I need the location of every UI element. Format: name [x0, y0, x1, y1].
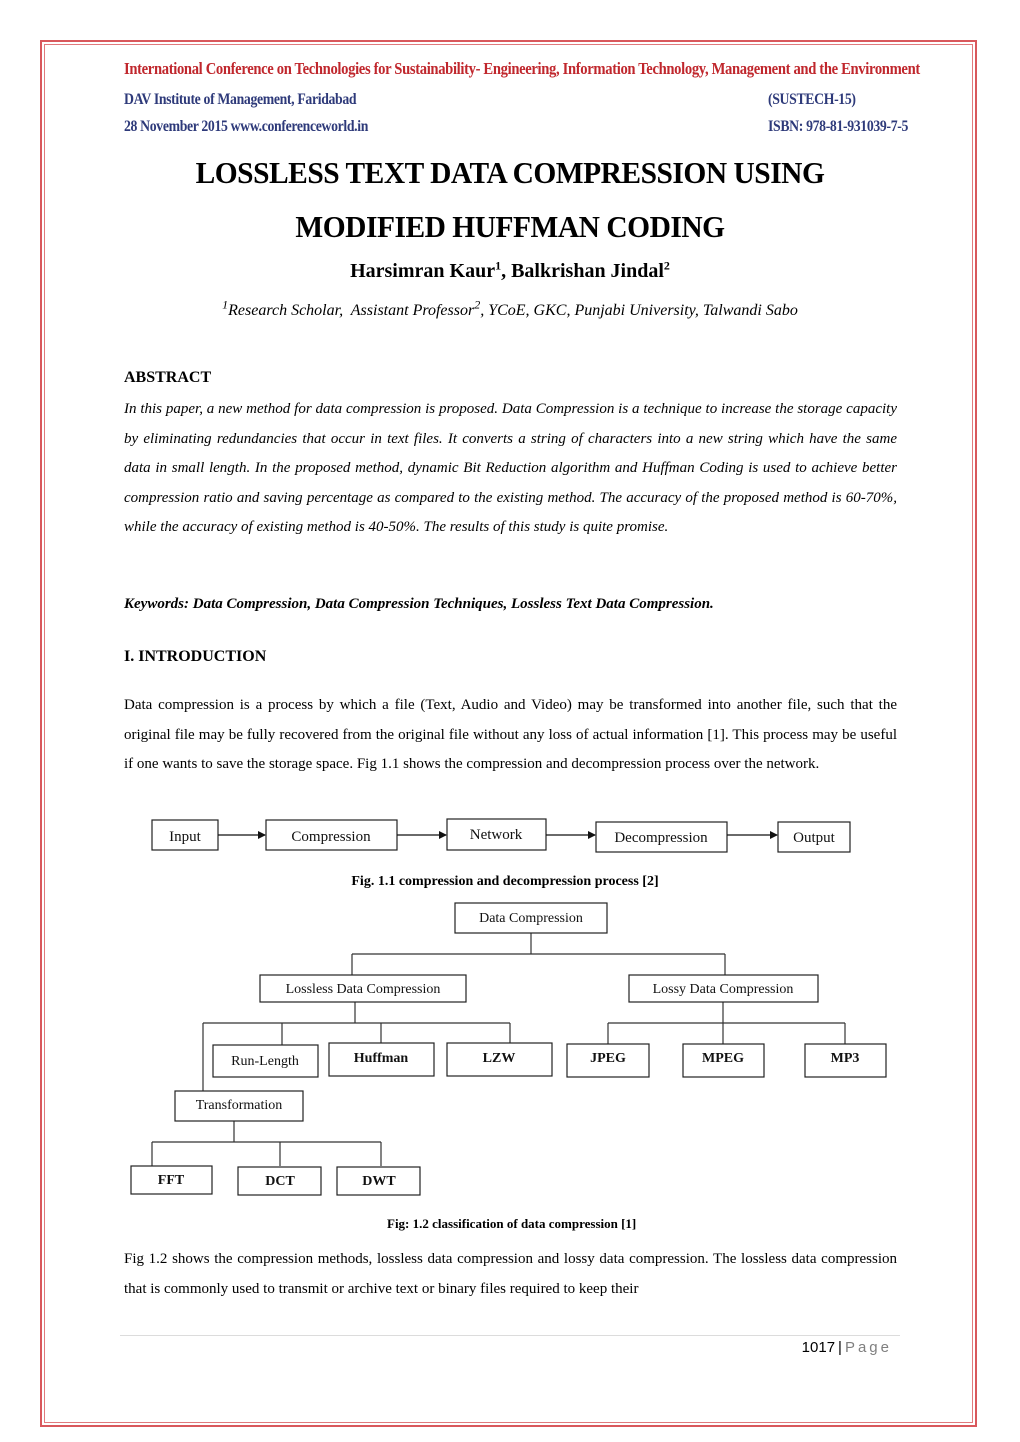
figure-1-2-caption: Fig: 1.2 classification of data compress…	[387, 1216, 637, 1231]
figure-1-1-caption: Fig. 1.1 compression and decompression p…	[351, 874, 659, 889]
introduction-heading: I. INTRODUCTION	[124, 648, 267, 665]
page-number: 1017	[801, 1339, 836, 1356]
event-code: (SUSTECH-15)	[768, 91, 856, 108]
page-word: Page	[844, 1339, 892, 1356]
author-separator: ,	[501, 260, 512, 282]
affil-text: Research Scholar, Assistant Professor	[228, 302, 475, 319]
affiliation: 1Research Scholar, Assistant Professor2,…	[0, 299, 1020, 320]
affil-text: , YCoE, GKC, Punjabi University, Talwand…	[480, 302, 798, 319]
page-separator: |	[838, 1339, 842, 1356]
abstract-text: In this paper, a new method for data com…	[124, 401, 897, 535]
paper-title-line-1: LOSSLESS TEXT DATA COMPRESSION USING	[195, 155, 825, 190]
abstract-heading: ABSTRACT	[124, 369, 212, 386]
author-name: Balkrishan Jindal	[511, 260, 664, 282]
conference-date-site: 28 November 2015 www.conferenceworld.in	[124, 118, 369, 135]
body-paragraph: Fig 1.2 shows the compression methods, l…	[124, 1251, 897, 1297]
conference-title: International Conference on Technologies…	[124, 59, 920, 78]
introduction-paragraph: Data compression is a process by which a…	[124, 697, 897, 772]
keywords: Keywords: Data Compression, Data Compres…	[124, 596, 714, 612]
page-number-footer: 1017 | Page	[802, 1339, 892, 1356]
authors: Harsimran Kaur1, Balkrishan Jindal2	[0, 258, 1020, 283]
isbn: ISBN: 978-81-931039-7-5	[768, 118, 909, 135]
institute-name: DAV Institute of Management, Faridabad	[124, 91, 357, 108]
author-name: Harsimran Kaur	[350, 260, 496, 282]
author-affil-sup: 2	[663, 258, 670, 273]
footer-divider	[120, 1335, 900, 1336]
paper-title-line-2: MODIFIED HUFFMAN CODING	[295, 209, 725, 244]
